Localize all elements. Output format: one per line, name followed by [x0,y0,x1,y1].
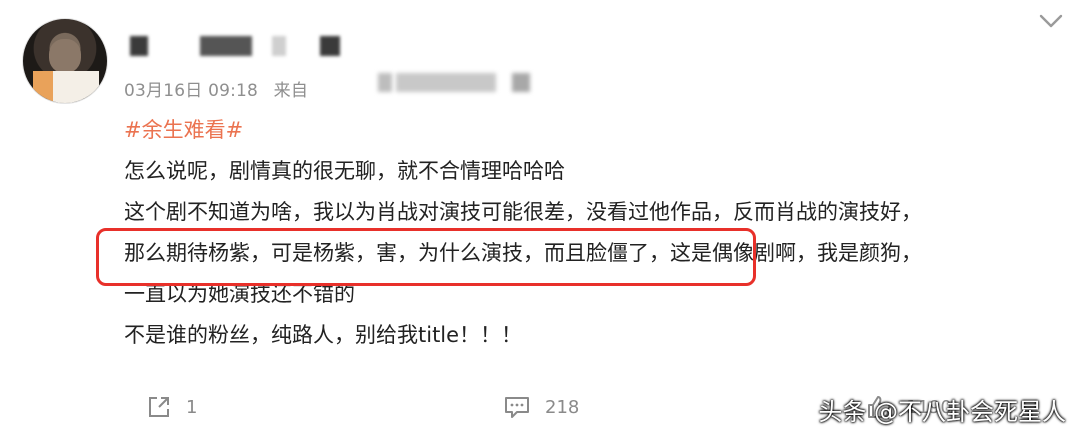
watermark: 头条 @不八卦会死星人 [818,398,1066,426]
redaction-block [512,73,530,92]
chevron-down-icon[interactable] [1038,12,1064,30]
hashtag-link[interactable]: #余生难看# [124,110,1064,151]
comment-icon [505,397,529,418]
post-source-label: 来自 [273,81,309,101]
redaction-block [320,36,340,56]
comment-count: 218 [545,396,580,418]
redaction-block [200,36,252,56]
avatar-face [49,39,81,73]
redaction-block [272,36,286,56]
comment-button[interactable]: 218 [503,394,579,420]
redaction-block [396,73,496,92]
post-timestamp: 03月16日 09:18 [124,81,259,101]
post-meta: 03月16日 09:18 来自 [124,76,318,101]
post-line: 不是谁的粉丝，纯路人，别给我title！！！ [124,323,523,347]
redaction-block [130,36,148,56]
share-icon [149,397,169,417]
share-button[interactable]: 1 [146,394,197,420]
avatar-paper [33,71,99,103]
highlight-annotation [96,228,756,286]
post-line: 怎么说呢，剧情真的很无聊，就不合情理哈哈哈 [124,159,565,183]
share-count: 1 [186,396,198,418]
post-line: 这个剧不知道为啥，我以为肖战对演技可能很差，没看过他作品，反而肖战的演技好， [124,200,922,224]
avatar[interactable] [22,18,108,104]
redaction-block [378,73,392,92]
